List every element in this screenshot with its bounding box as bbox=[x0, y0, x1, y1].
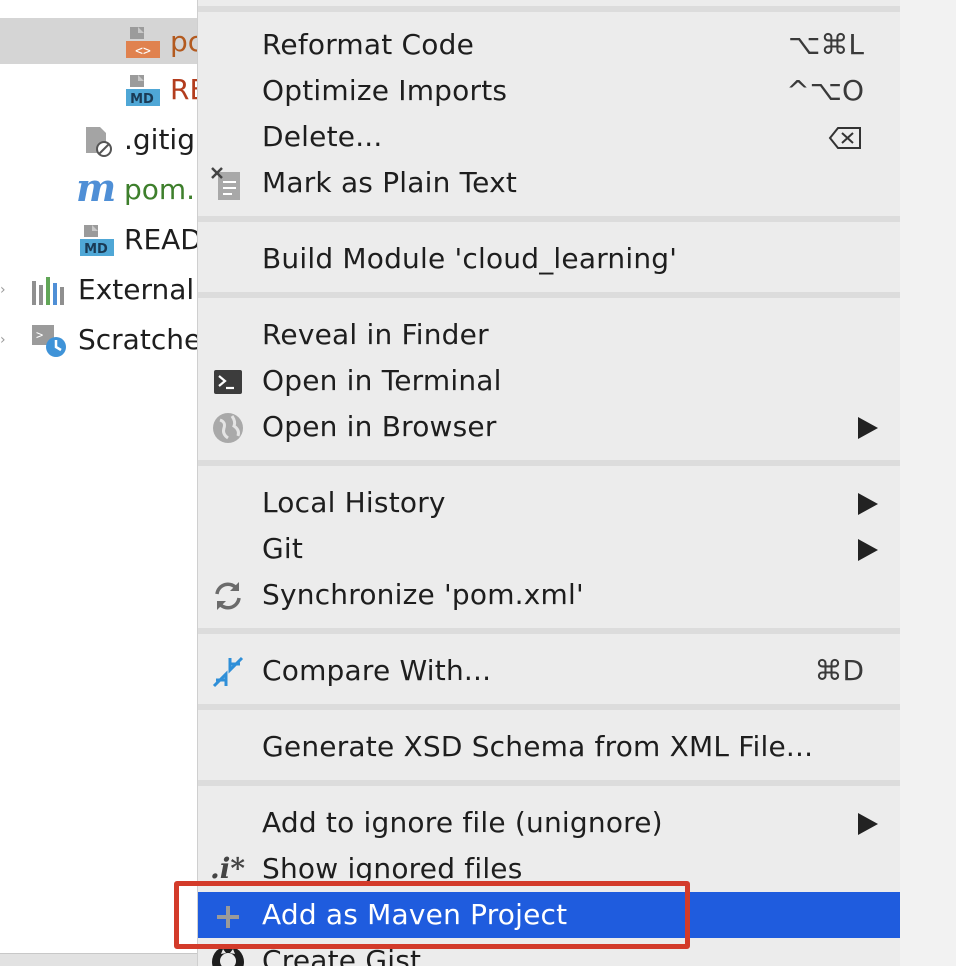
menu-separator bbox=[198, 460, 900, 466]
menu-item-label: Open in Browser bbox=[262, 410, 497, 443]
menu-item-label: Synchronize 'pom.xml' bbox=[262, 578, 584, 611]
menu-separator bbox=[198, 292, 900, 298]
menu-item-label: Generate XSD Schema from XML File... bbox=[262, 730, 814, 763]
tree-item-pom-maven[interactable]: m pom. bbox=[0, 166, 200, 212]
svg-text:>: > bbox=[36, 328, 43, 342]
plain-text-icon bbox=[211, 167, 240, 200]
submenu-arrow-icon bbox=[858, 813, 878, 835]
menu-item-label: Local History bbox=[262, 486, 446, 519]
delete-key-icon bbox=[828, 127, 861, 149]
menu-item-show-ignored[interactable]: .i* Show ignored files bbox=[198, 846, 900, 892]
menu-item-delete[interactable]: Delete... bbox=[198, 114, 900, 160]
ignored-files-icon: .i* bbox=[210, 852, 246, 885]
submenu-arrow-icon bbox=[858, 493, 878, 515]
tree-item-readme-truncated[interactable]: MD RE bbox=[0, 66, 200, 112]
tree-item-label: External bbox=[78, 273, 195, 306]
tree-item-label: Scratche bbox=[78, 323, 200, 356]
svg-text:MD: MD bbox=[130, 92, 154, 107]
menu-separator bbox=[198, 780, 900, 786]
tree-item-readme[interactable]: MD READ bbox=[0, 216, 200, 262]
globe-icon bbox=[213, 413, 243, 443]
xml-file-icon: <> bbox=[126, 27, 160, 59]
menu-item-add-maven-project[interactable]: Add as Maven Project bbox=[198, 892, 900, 938]
submenu-arrow-icon bbox=[858, 539, 878, 561]
menu-item-label: Open in Terminal bbox=[262, 364, 502, 397]
menu-item-label: Git bbox=[262, 532, 304, 565]
menu-item-mark-plain-text[interactable]: Mark as Plain Text bbox=[198, 160, 900, 206]
menu-item-label: Reveal in Finder bbox=[262, 318, 489, 351]
menu-item-shortcut: ⌘D bbox=[814, 654, 864, 687]
menu-item-reveal-finder[interactable]: Reveal in Finder bbox=[198, 312, 900, 358]
maven-icon: m bbox=[76, 165, 117, 210]
menu-item-shortcut: ⌥⌘L bbox=[788, 28, 864, 61]
tree-item-gitignore[interactable]: .gitig bbox=[0, 116, 200, 162]
svg-text:<>: <> bbox=[135, 44, 151, 59]
tree-item-external-libraries[interactable]: › External bbox=[0, 266, 200, 312]
markdown-file-icon: MD bbox=[80, 225, 114, 257]
menu-item-label: Build Module 'cloud_learning' bbox=[262, 242, 678, 275]
menu-separator bbox=[198, 628, 900, 634]
menu-item-reformat-code[interactable]: Reformat Code ⌥⌘L bbox=[198, 22, 900, 68]
compare-icon bbox=[212, 656, 244, 688]
tree-item-label: RE bbox=[170, 73, 200, 106]
menu-item-git[interactable]: Git bbox=[198, 526, 900, 572]
menu-item-label: Add to ignore file (unignore) bbox=[262, 806, 663, 839]
menu-item-label: Create Gist... bbox=[262, 944, 449, 966]
tree-item-label: pom. bbox=[124, 173, 196, 206]
menu-item-open-terminal[interactable]: Open in Terminal bbox=[198, 358, 900, 404]
menu-item-local-history[interactable]: Local History bbox=[198, 480, 900, 526]
project-tree-panel: <> pc MD RE .gitig m pom. MD READ › Exte… bbox=[0, 0, 200, 966]
menu-item-build-module[interactable]: Build Module 'cloud_learning' bbox=[198, 236, 900, 282]
tree-item-pom-xml[interactable]: <> pc bbox=[0, 18, 200, 64]
menu-separator bbox=[198, 216, 900, 222]
github-icon bbox=[212, 946, 244, 966]
menu-item-label: Show ignored files bbox=[262, 852, 523, 885]
menu-item-label: Compare With... bbox=[262, 654, 492, 687]
tree-bottom-border bbox=[0, 953, 198, 966]
sync-icon bbox=[215, 582, 241, 610]
menu-item-compare-with[interactable]: Compare With... ⌘D bbox=[198, 648, 900, 694]
svg-text:MD: MD bbox=[84, 242, 108, 257]
menu-item-add-to-ignore[interactable]: Add to ignore file (unignore) bbox=[198, 800, 900, 846]
scratches-icon: > bbox=[32, 325, 66, 357]
tree-item-scratches[interactable]: › > Scratche bbox=[0, 316, 200, 362]
menu-item-optimize-imports[interactable]: Optimize Imports ^⌥O bbox=[198, 68, 900, 114]
markdown-file-icon: MD bbox=[126, 75, 160, 107]
context-menu: Reformat Code ⌥⌘L Optimize Imports ^⌥O D… bbox=[198, 0, 900, 966]
ignored-file-icon bbox=[86, 127, 112, 157]
submenu-arrow-icon bbox=[858, 417, 878, 439]
tree-item-label: .gitig bbox=[124, 123, 195, 156]
menu-item-synchronize[interactable]: Synchronize 'pom.xml' bbox=[198, 572, 900, 618]
tree-row-clipped bbox=[0, 0, 200, 4]
menu-item-shortcut: ^⌥O bbox=[786, 74, 864, 107]
tree-item-label: pc bbox=[170, 25, 200, 58]
expand-arrow-icon[interactable]: › bbox=[0, 282, 6, 298]
terminal-icon bbox=[214, 370, 242, 394]
expand-arrow-icon[interactable]: › bbox=[0, 332, 6, 348]
menu-item-label: Optimize Imports bbox=[262, 74, 508, 107]
menu-separator bbox=[198, 6, 900, 12]
menu-item-label: Reformat Code bbox=[262, 28, 475, 61]
tree-item-label: READ bbox=[124, 223, 200, 256]
menu-item-create-gist[interactable]: Create Gist... bbox=[198, 938, 900, 966]
menu-separator bbox=[198, 704, 900, 710]
menu-item-open-browser[interactable]: Open in Browser bbox=[198, 404, 900, 450]
menu-item-label: Mark as Plain Text bbox=[262, 166, 518, 199]
plus-icon bbox=[217, 906, 239, 928]
menu-item-label: Delete... bbox=[262, 120, 383, 153]
menu-item-label: Add as Maven Project bbox=[262, 898, 568, 931]
menu-item-generate-xsd[interactable]: Generate XSD Schema from XML File... bbox=[198, 724, 900, 770]
libraries-icon bbox=[32, 277, 64, 305]
